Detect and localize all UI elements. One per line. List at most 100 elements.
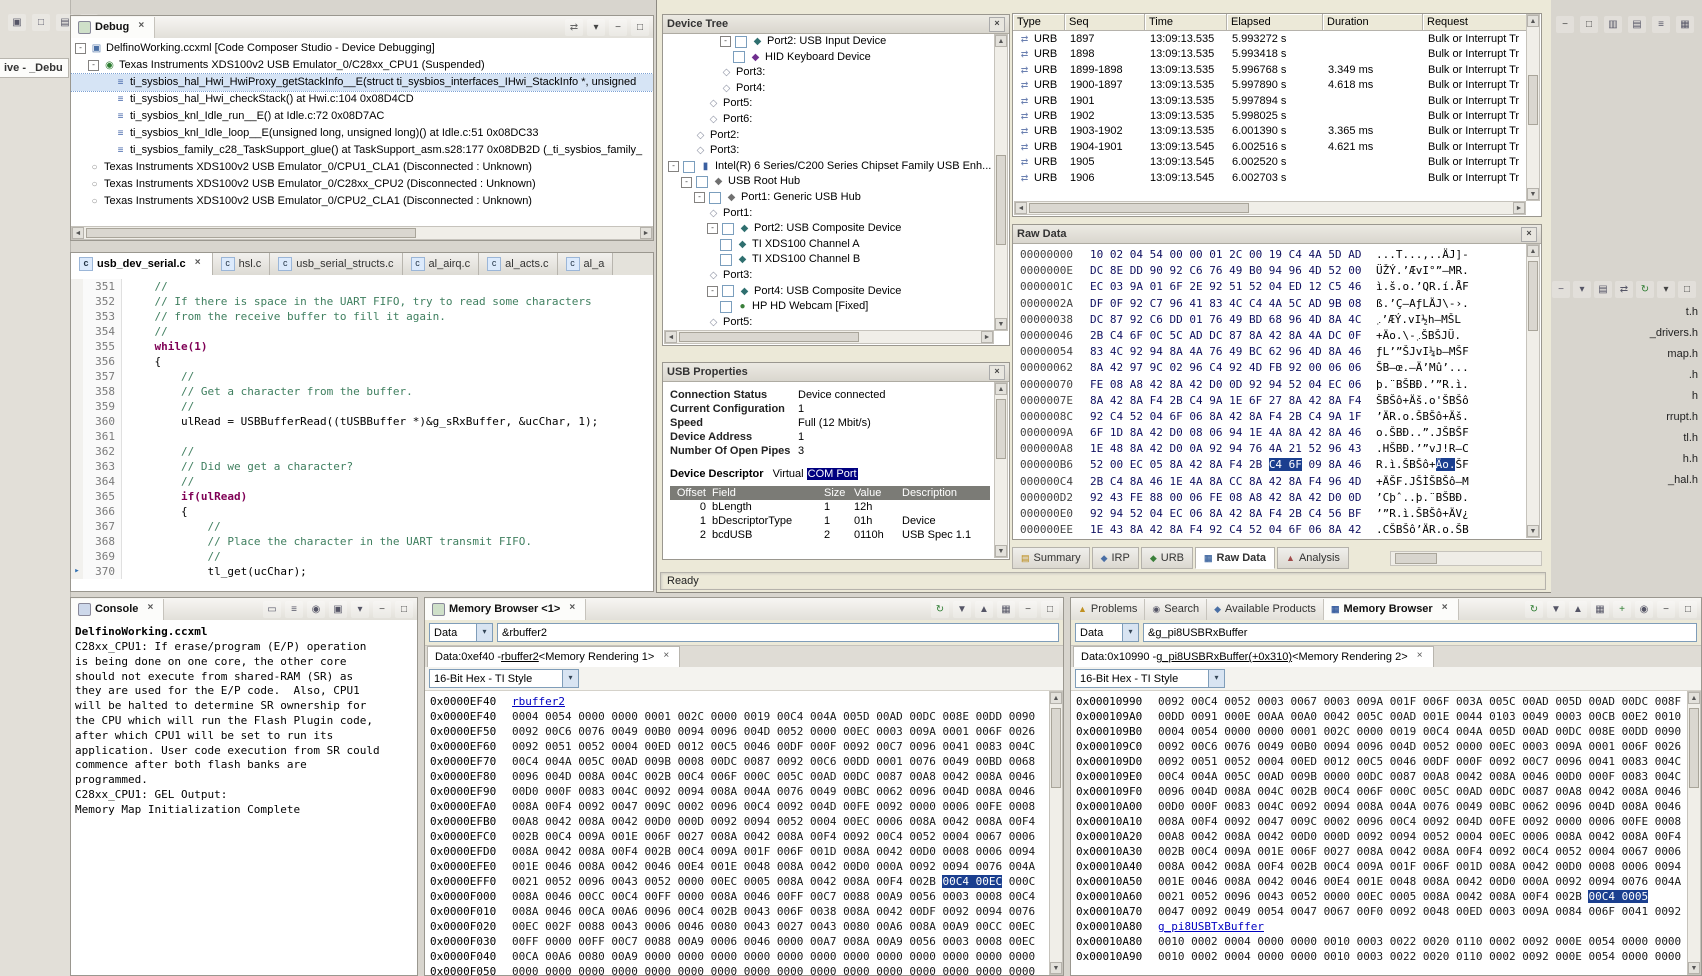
- view-menu-icon[interactable]: ▾: [1657, 281, 1675, 298]
- pin-icon[interactable]: ◉: [1635, 600, 1653, 618]
- maximize-icon[interactable]: □: [1041, 600, 1059, 618]
- tab-memory-browser-1[interactable]: Memory Browser <1>: [425, 598, 587, 620]
- memory-row[interactable]: 0x00010990 0092 00C4 0052 0003 0067 0003…: [1076, 694, 1687, 709]
- memory-address-input[interactable]: [1143, 623, 1697, 642]
- close-icon[interactable]: [989, 364, 1005, 380]
- urb-row[interactable]: URB 1897 13:09:13.535 5.993272 s Bulk or…: [1014, 32, 1526, 47]
- column-header[interactable]: Value: [854, 486, 902, 500]
- memory-row[interactable]: 0x0000EF90 00D0 000F 0083 004C 0092 0094…: [430, 784, 1049, 799]
- device-tree-row[interactable]: Port2:: [664, 128, 994, 144]
- device-tree-row[interactable]: Port5:: [664, 315, 994, 331]
- device-tree-row[interactable]: HID Keyboard Device: [664, 50, 994, 66]
- raw-data-row[interactable]: 0000007E 8A 42 8A F4 2B C4 9A 1E 6F 27 8…: [1020, 393, 1526, 409]
- usb-properties-vscrollbar[interactable]: ▲ ▼: [994, 382, 1008, 558]
- gutter-marker-slot[interactable]: [71, 534, 83, 549]
- urb-hscrollbar[interactable]: ◄ ►: [1014, 201, 1526, 215]
- memory1-vscrollbar[interactable]: ▲ ▼: [1049, 691, 1063, 975]
- sort-icon[interactable]: ▾: [1573, 281, 1591, 298]
- clear-console-icon[interactable]: ▭: [263, 600, 281, 618]
- device-tree-row[interactable]: Port4:: [664, 81, 994, 97]
- new-tab-icon[interactable]: +: [1613, 600, 1631, 618]
- open-console-icon[interactable]: ▾: [351, 600, 369, 618]
- gutter-marker-slot[interactable]: [71, 489, 83, 504]
- memory-row[interactable]: 0x00010A50 001E 0046 008A 0042 0046 00E4…: [1076, 874, 1687, 889]
- descriptor-row[interactable]: 2 bcdUSB 2 0110h USB Spec 1.1: [670, 528, 990, 542]
- checkbox[interactable]: [683, 160, 695, 173]
- save-memory-icon[interactable]: ▼: [1547, 600, 1565, 618]
- device-tree-hscrollbar[interactable]: ◄ ►: [664, 330, 994, 344]
- memory-row[interactable]: 0x00010A80 g_pi8USBTxBuffer: [1076, 919, 1687, 934]
- device-tree-row[interactable]: Port1:: [664, 206, 994, 222]
- load-memory-icon[interactable]: ▲: [1569, 600, 1587, 618]
- gutter-marker-slot[interactable]: [71, 324, 83, 339]
- editor-tab[interactable]: hsl.c: [212, 253, 271, 275]
- minimize-icon[interactable]: −: [1019, 600, 1037, 618]
- raw-data-row[interactable]: 0000001C EC 03 9A 01 6F 2E 92 51 52 04 E…: [1020, 279, 1526, 295]
- file-name-fragment[interactable]: map.h: [1620, 344, 1698, 365]
- file-name-fragment[interactable]: .h: [1620, 365, 1698, 386]
- device-tree-row[interactable]: - Port2: USB Input Device: [664, 34, 994, 50]
- gutter-marker-slot[interactable]: [71, 414, 83, 429]
- memory-row[interactable]: 0x0000EF80 0096 004D 008A 004C 002B 00C4…: [430, 769, 1049, 784]
- grid-icon[interactable]: ▦: [1676, 16, 1694, 33]
- column-header[interactable]: Time: [1145, 14, 1227, 31]
- file-name-fragment[interactable]: _hal.h: [1620, 470, 1698, 491]
- refresh-icon[interactable]: ↻: [1525, 600, 1543, 618]
- raw-data-row[interactable]: 000000C4 2B C4 8A 46 1E 4A 8A CC 8A 42 8…: [1020, 474, 1526, 490]
- device-tree-row[interactable]: - Intel(R) 6 Series/C200 Series Chipset …: [664, 159, 994, 175]
- gutter-marker-slot[interactable]: [71, 429, 83, 444]
- close-icon[interactable]: [989, 16, 1005, 32]
- device-tree-row[interactable]: Port3:: [664, 143, 994, 159]
- collapse-all-icon[interactable]: −: [1552, 281, 1570, 298]
- toggle-panel-icon[interactable]: ▤: [1628, 16, 1646, 33]
- tab-memory-browser[interactable]: ▦ Memory Browser: [1323, 598, 1459, 620]
- raw-data-row[interactable]: 0000009A 6F 1D 8A 42 D0 08 06 94 1E 4A 8…: [1020, 425, 1526, 441]
- debug-tree-row[interactable]: Texas Instruments XDS100v2 USB Emulator_…: [71, 176, 653, 193]
- link-editor-icon[interactable]: ⇄: [1615, 281, 1633, 298]
- debug-tree-row[interactable]: ti_sysbios_knl_Idle_loop__E(unsigned lon…: [71, 125, 653, 142]
- debug-tree-row[interactable]: Texas Instruments XDS100v2 USB Emulator_…: [71, 193, 653, 210]
- raw-data-row[interactable]: 00000046 2B C4 6F 0C 5C AD DC 87 8A 42 8…: [1020, 328, 1526, 344]
- raw-data-row[interactable]: 00000062 8A 42 97 9C 02 96 C4 92 4D FB 9…: [1020, 360, 1526, 376]
- urb-row[interactable]: URB 1898 13:09:13.535 5.993418 s Bulk or…: [1014, 47, 1526, 62]
- device-tree-row[interactable]: HP HD Webcam [Fixed]: [664, 299, 994, 315]
- device-tree-row[interactable]: Port6:: [664, 112, 994, 128]
- raw-data-row[interactable]: 000000E0 92 94 52 04 EC 06 8A 42 8A F4 2…: [1020, 506, 1526, 522]
- checkbox[interactable]: [709, 191, 721, 204]
- perspective-tab[interactable]: ive - _Debu: [0, 58, 69, 78]
- editor-tab[interactable]: usb_serial_structs.c: [270, 253, 403, 275]
- minimize-icon[interactable]: −: [609, 18, 627, 36]
- gutter-marker-slot[interactable]: [71, 369, 83, 384]
- memory-row[interactable]: 0x000109C0 0092 00C6 0076 0049 00B0 0094…: [1076, 739, 1687, 754]
- column-header[interactable]: Seq: [1065, 14, 1145, 31]
- outline-icon[interactable]: ≡: [1652, 16, 1670, 33]
- fill-memory-icon[interactable]: ▦: [1591, 600, 1609, 618]
- raw-data-row[interactable]: 00000054 83 4C 92 94 8A 4A 76 49 BC 62 9…: [1020, 344, 1526, 360]
- memory-row[interactable]: 0x0000F050 0000 0000 0000 0000 0000 0000…: [430, 964, 1049, 975]
- debug-hscrollbar[interactable]: ◄ ►: [71, 226, 653, 240]
- memory-row[interactable]: 0x00010A70 0047 0092 0049 0054 0047 0067…: [1076, 904, 1687, 919]
- memory-row[interactable]: 0x0000EFC0 002B 00C4 009A 001E 006F 0027…: [430, 829, 1049, 844]
- filter-icon[interactable]: ▤: [1594, 281, 1612, 298]
- close-icon[interactable]: [566, 603, 578, 615]
- close-icon[interactable]: [1414, 651, 1426, 663]
- gutter-marker-slot[interactable]: [71, 279, 83, 294]
- gutter-marker-slot[interactable]: [71, 504, 83, 519]
- file-name-fragment[interactable]: h.h: [1620, 449, 1698, 470]
- gutter-marker-slot[interactable]: [71, 354, 83, 369]
- file-name-fragment[interactable]: _drivers.h: [1620, 323, 1698, 344]
- urb-row[interactable]: URB 1900-1897 13:09:13.535 5.997890 s 4.…: [1014, 78, 1526, 93]
- file-name-fragment[interactable]: h: [1620, 386, 1698, 407]
- checkbox[interactable]: [720, 300, 732, 313]
- gutter-marker-slot[interactable]: [71, 549, 83, 564]
- debug-tree-row[interactable]: ti_sysbios_family_c28_TaskSupport_glue()…: [71, 142, 653, 159]
- console-display-icon[interactable]: ▣: [329, 600, 347, 618]
- column-header[interactable]: Elapsed: [1227, 14, 1323, 31]
- minimize-icon[interactable]: −: [1657, 600, 1675, 618]
- device-tree-row[interactable]: - Port1: Generic USB Hub: [664, 190, 994, 206]
- maximize-icon[interactable]: □: [1678, 281, 1696, 298]
- memory-row[interactable]: 0x000109E0 00C4 004A 005C 00AD 009B 0000…: [1076, 769, 1687, 784]
- gutter-marker-slot[interactable]: [71, 444, 83, 459]
- tab-console[interactable]: Console: [71, 598, 165, 620]
- debug-tree-row[interactable]: - Texas Instruments XDS100v2 USB Emulato…: [71, 57, 653, 74]
